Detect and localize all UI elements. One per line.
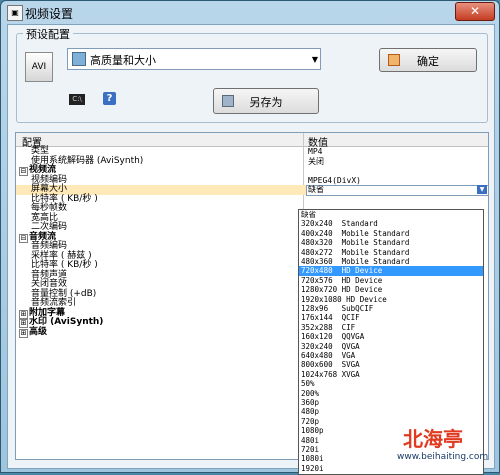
grid-row-name: 高级 [29,326,48,337]
dropdown-option[interactable]: 480p [299,407,483,416]
grid-row-value: 关闭 [308,156,324,166]
preset-group: 预设配置 AVI 高质量和大小 ▼ 确定 C:\ ? 另存为 [16,26,488,123]
dropdown-option[interactable]: 1920i [299,464,483,473]
dropdown-option[interactable]: 200% [299,389,483,398]
dropdown-option[interactable]: 1024x768 XVGA [299,370,483,379]
watermark-logo: 北海亭 [403,427,463,451]
dropdown-option[interactable]: 1280x720 HD Device [299,285,483,294]
window-title: 视频设置 [25,7,74,21]
dropdown-option[interactable]: 1920x1080 HD Device [299,295,483,304]
dropdown-option[interactable]: 640x480 VGA [299,351,483,360]
title-bar[interactable]: ▣ 视频设置 ✕ [1,1,499,23]
close-button[interactable]: ✕ [455,2,495,21]
preset-select[interactable]: 高质量和大小 ▼ [67,48,321,70]
dropdown-option[interactable]: 176x144 QCIF [299,313,483,322]
dropdown-option[interactable]: 720x576 HD Device [299,276,483,285]
preset-select-value: 高质量和大小 [90,54,156,67]
confirm-button-label: 确定 [417,55,439,68]
watermark-url: www.beihaiting.com [397,452,489,462]
grid-row-value: 缺省 [308,185,324,194]
grid-row-value: MP4 [308,147,323,156]
grid-row[interactable]: 使用系统解码器 (AviSynth) 关闭 [16,156,488,167]
command-prompt-icon[interactable]: C:\ [69,94,85,105]
dropdown-option[interactable]: 160x120 QQVGA [299,332,483,341]
grid-row-value: MPEG4(DivX) [308,175,361,185]
help-icon[interactable]: ? [103,92,116,105]
save-as-button-label: 另存为 [249,96,283,109]
dropdown-option[interactable]: 缺省 [299,210,483,219]
avi-file-icon: AVI [25,52,53,82]
grid-header: 配置 数值 [16,133,488,149]
grid-row[interactable]: 比特率 ( KB/秒 ) [16,194,488,205]
dropdown-option[interactable]: 128x96 SubQCIF [299,304,483,313]
confirm-button[interactable]: 确定 [379,48,477,72]
dropdown-option[interactable]: 50% [299,379,483,388]
dropdown-option[interactable]: 480x320 Mobile Standard [299,238,483,247]
grid-category-row[interactable]: ⊟ 视频流 [16,165,488,176]
dropdown-option[interactable]: 800x600 SVGA [299,360,483,369]
preset-item-icon [72,52,86,66]
expand-icon[interactable]: ⊞ [19,328,28,338]
preset-group-label: 预设配置 [23,26,73,42]
dropdown-option[interactable]: 352x288 CIF [299,323,483,332]
dropdown-option[interactable]: 320x240 Standard [299,219,483,228]
chevron-down-icon[interactable]: ▼ [312,55,318,64]
dropdown-option[interactable]: 320x240 QVGA [299,342,483,351]
dropdown-option[interactable]: 480x360 Mobile Standard [299,257,483,266]
dropdown-option[interactable]: 480x272 Mobile Standard [299,248,483,257]
dropdown-option[interactable]: 400x240 Mobile Standard [299,229,483,238]
video-settings-window: ▣ 视频设置 ✕ 预设配置 AVI 高质量和大小 ▼ 确定 C:\ ? 另存为 [0,0,500,475]
app-icon: ▣ [7,5,23,21]
chevron-down-icon[interactable]: ▼ [477,185,487,194]
dropdown-option[interactable]: 360p [299,398,483,407]
grid-row[interactable]: 视频编码 MPEG4(DivX) [16,175,488,186]
save-as-button[interactable]: 另存为 [213,88,319,114]
dropdown-option[interactable]: 720x480 HD Device [299,266,483,276]
